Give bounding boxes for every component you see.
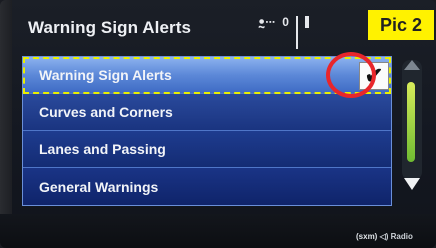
list-item-label: Warning Sign Alerts bbox=[39, 67, 172, 83]
list-item-label: Lanes and Passing bbox=[39, 141, 166, 157]
radio-icon: ◁) bbox=[379, 232, 389, 241]
battery-icon bbox=[304, 16, 309, 28]
signal-strength-icon bbox=[295, 16, 298, 49]
list-item-lanes-and-passing[interactable]: Lanes and Passing bbox=[23, 131, 391, 168]
pic-label-badge: Pic 2 bbox=[368, 10, 434, 40]
scroll-down-arrow-icon[interactable] bbox=[404, 178, 420, 190]
annotation-circle bbox=[326, 52, 376, 98]
status-bar: ꔸ∙∙∙ 0 bbox=[258, 12, 309, 49]
list-item-curves-and-corners[interactable]: Curves and Corners bbox=[23, 94, 391, 131]
bluetooth-icon: ꔸ∙∙∙ bbox=[258, 14, 276, 29]
infotainment-screen: Warning Sign Alerts ꔸ∙∙∙ 0 Pic 2 Warning… bbox=[0, 0, 436, 248]
scrollbar-thumb[interactable] bbox=[407, 82, 415, 162]
page-title: Warning Sign Alerts bbox=[28, 18, 192, 37]
radio-label[interactable]: Radio bbox=[391, 232, 413, 241]
bottom-bar bbox=[0, 214, 436, 248]
list-item-label: General Warnings bbox=[39, 178, 159, 195]
sxm-logo: (sxm) bbox=[356, 232, 378, 241]
notification-count: 0 bbox=[282, 15, 289, 29]
list-item-general-warnings[interactable]: General Warnings bbox=[23, 168, 391, 205]
screen-bezel bbox=[0, 0, 12, 248]
footer-source-label: (sxm) ◁) Radio bbox=[356, 232, 413, 241]
list-item-label: Curves and Corners bbox=[39, 104, 173, 120]
scroll-up-arrow-icon[interactable] bbox=[404, 60, 420, 70]
screen-header: Warning Sign Alerts bbox=[14, 6, 364, 50]
